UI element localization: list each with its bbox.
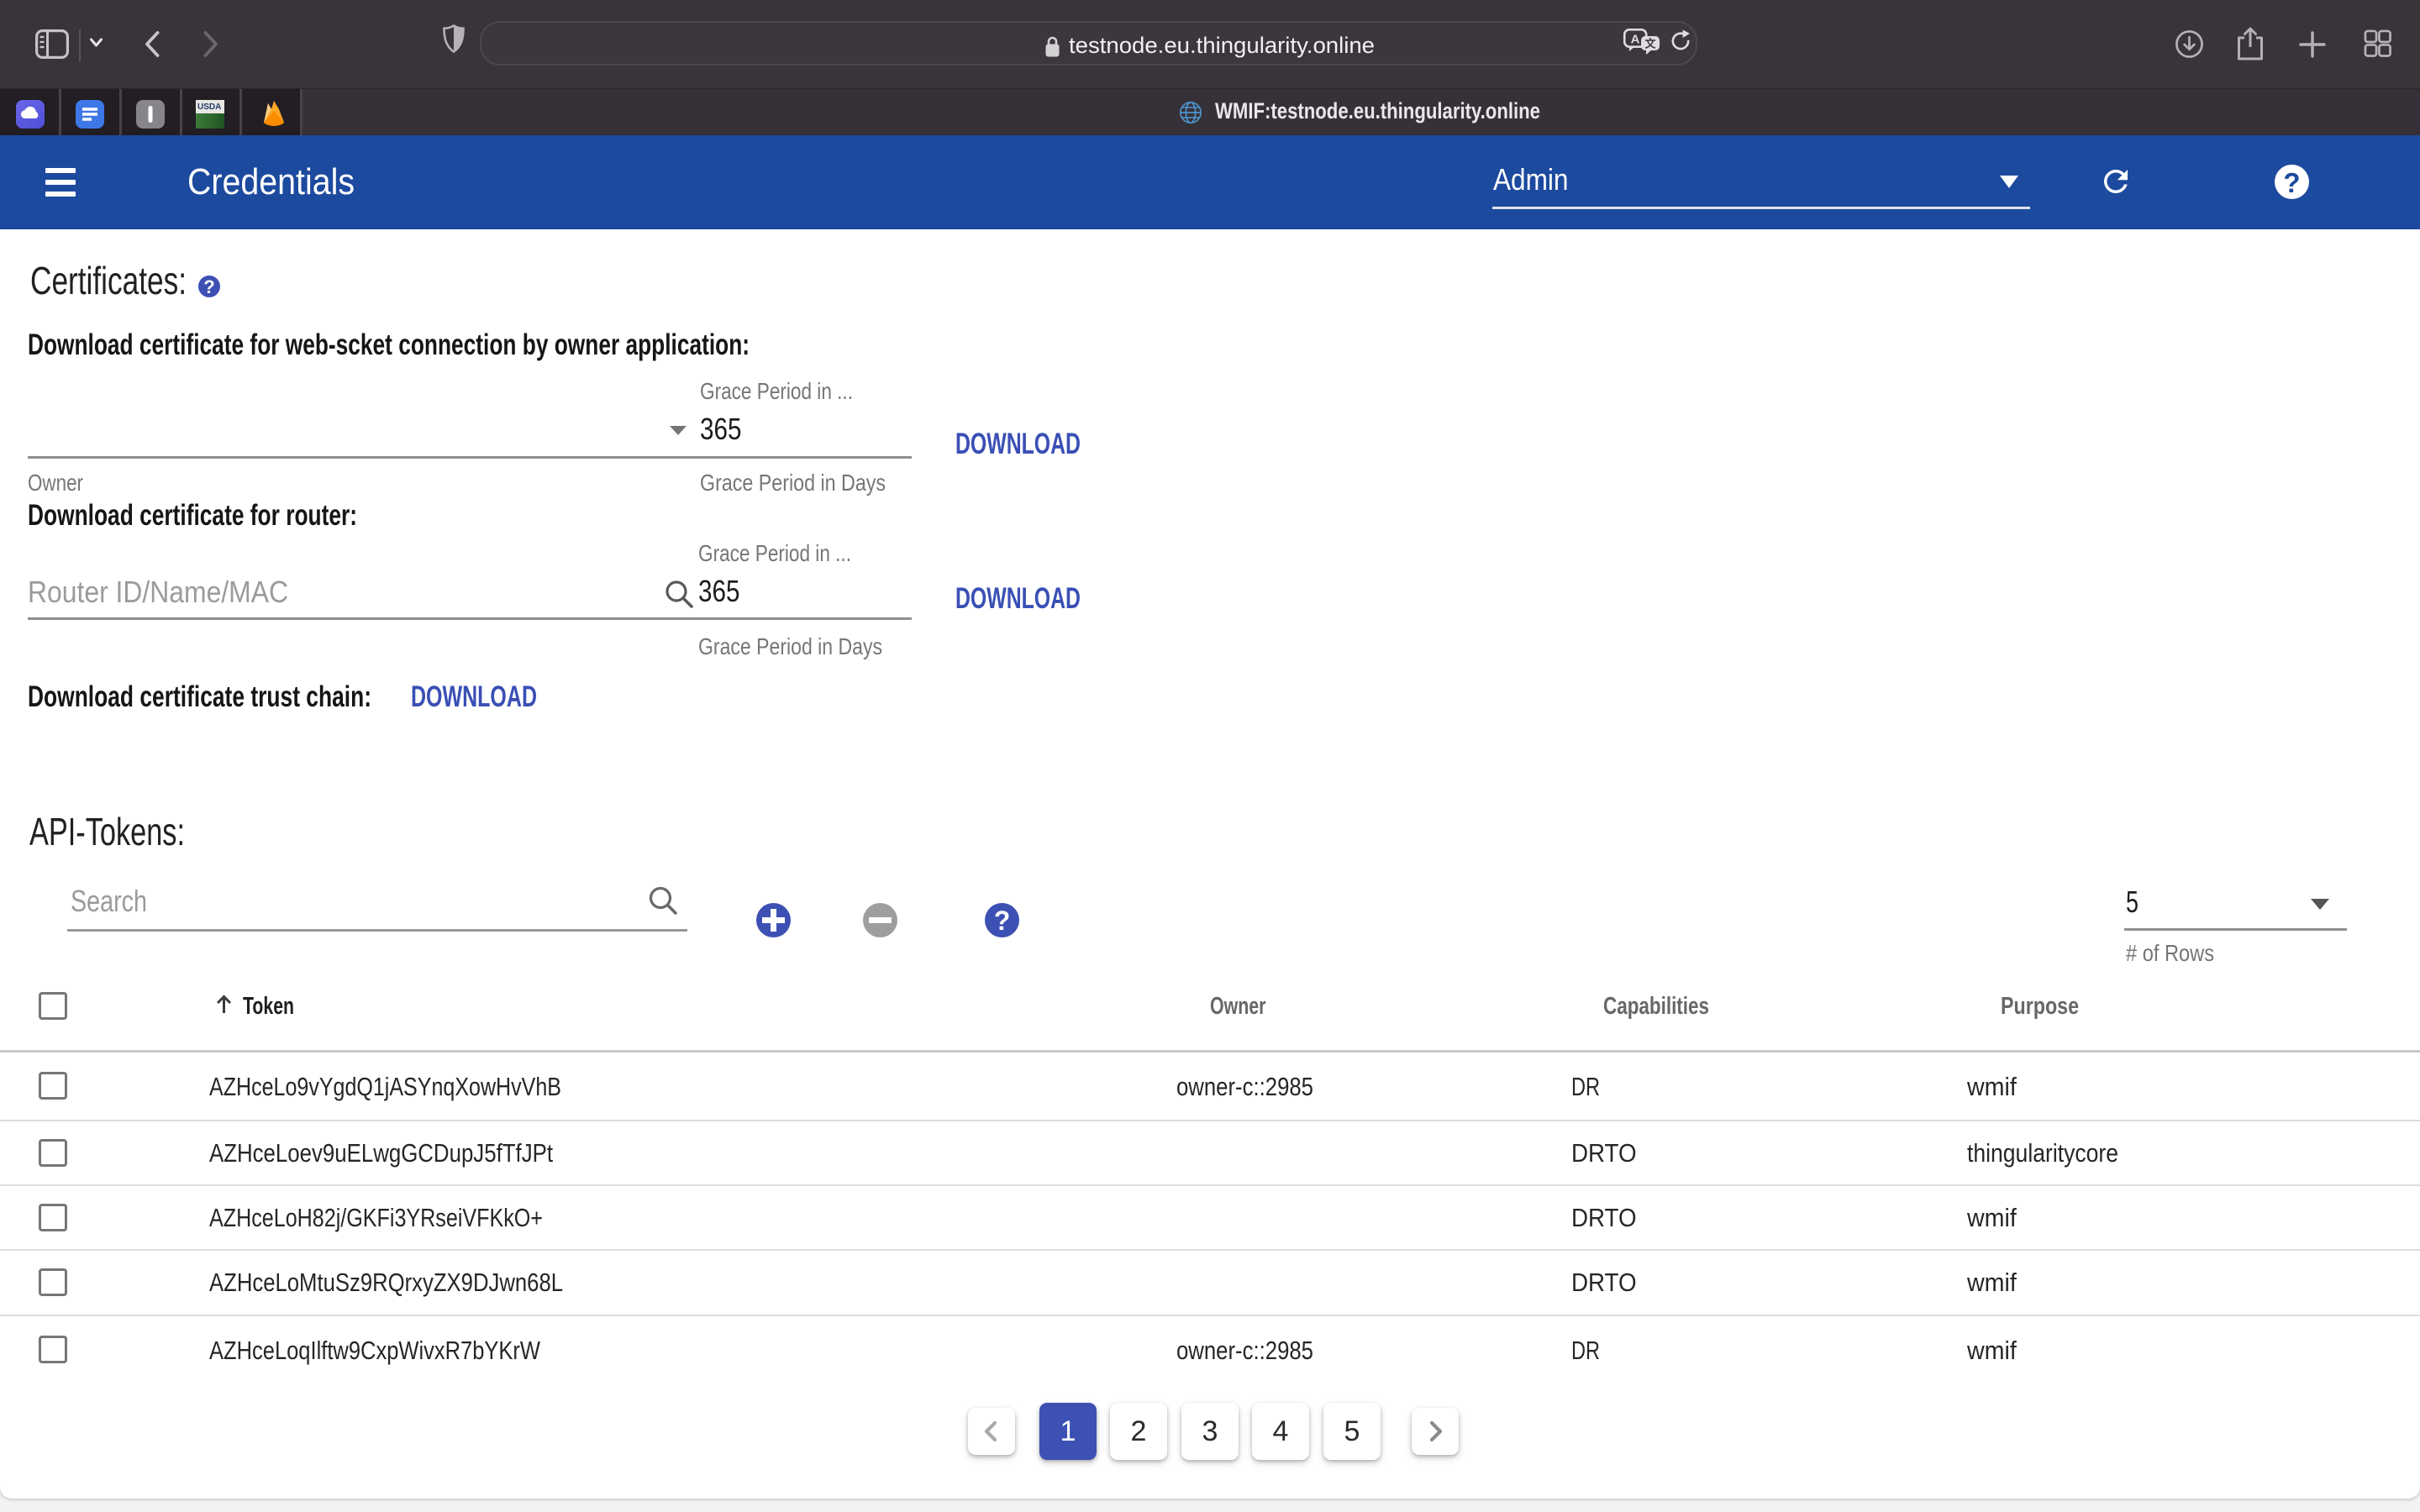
svg-text:文: 文 xyxy=(1644,38,1656,50)
svg-text:A: A xyxy=(1631,33,1640,47)
